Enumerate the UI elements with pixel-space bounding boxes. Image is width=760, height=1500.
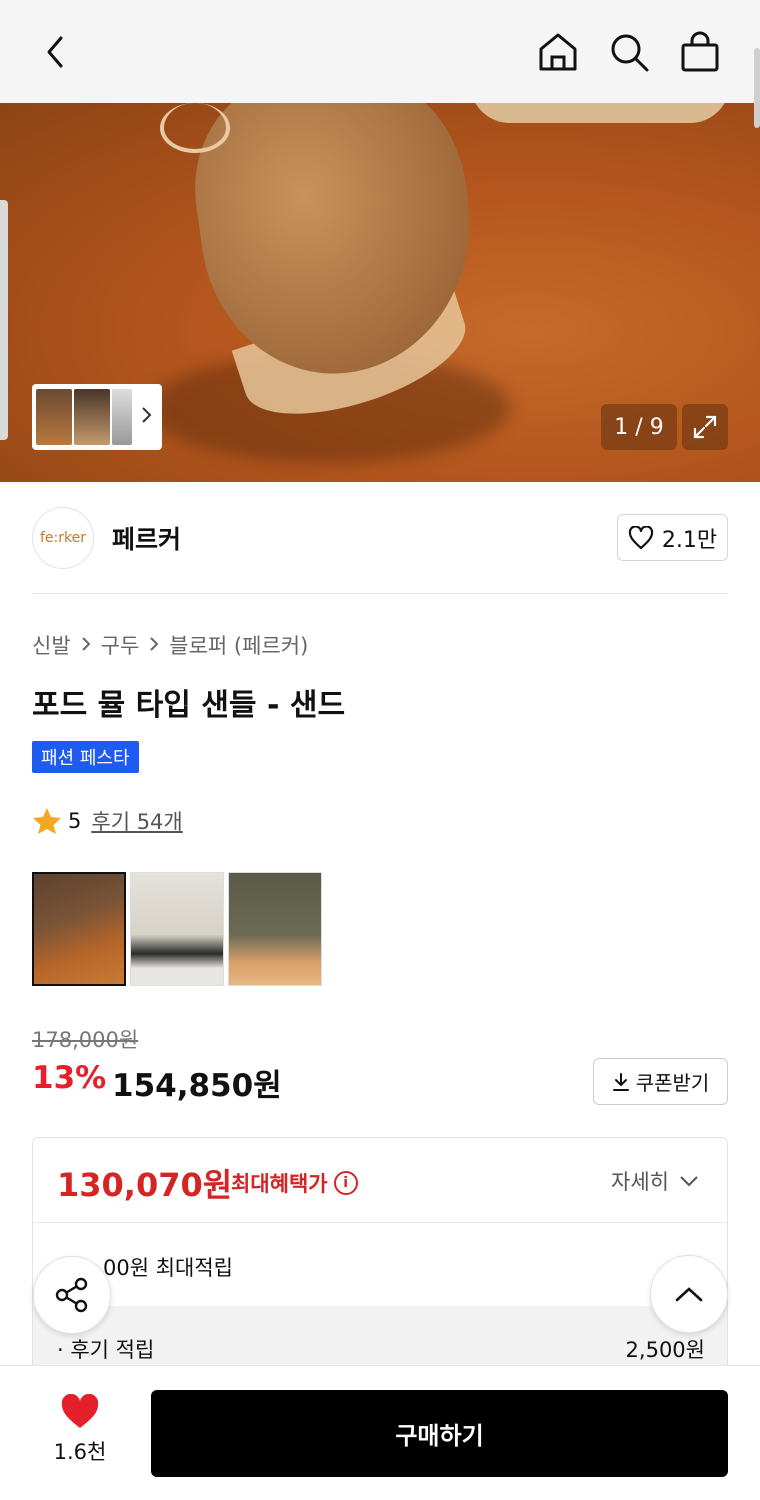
product-title: 포드 뮬 타입 샌들 - 샌드	[32, 688, 346, 723]
side-panel-handle[interactable]	[0, 200, 8, 440]
rating-row: 5 후기 54개	[32, 806, 183, 836]
divider	[33, 1222, 727, 1223]
max-benefit-label[interactable]: 최대혜택가 i	[231, 1168, 358, 1198]
details-label: 자세히	[611, 1170, 669, 1194]
chevron-up-icon	[675, 1287, 703, 1302]
heart-filled-icon	[61, 1394, 99, 1428]
shopping-bag-icon[interactable]	[676, 28, 724, 76]
benefit-box: 130,070원 최대혜택가 i 자세히 00원 최대적립 · 후기 적립 2,…	[32, 1137, 728, 1397]
breadcrumb: 신발 구두 블로퍼 (페르커)	[32, 630, 308, 660]
coupon-label: 쿠폰받기	[635, 1071, 710, 1095]
brand-like-button[interactable]: 2.1만	[617, 514, 728, 561]
chevron-right-icon	[149, 633, 159, 657]
gallery-thumb[interactable]	[36, 389, 72, 445]
review-points-value: 2,500원	[625, 1338, 705, 1362]
info-icon[interactable]: i	[333, 1171, 358, 1195]
share-button[interactable]	[33, 1256, 111, 1334]
discount-rate: 13%	[32, 1060, 107, 1096]
breadcrumb-item[interactable]: 신발	[32, 630, 71, 660]
scroll-top-button[interactable]	[650, 1255, 728, 1333]
review-points-label: · 후기 적립	[57, 1338, 155, 1362]
max-benefit-price: 130,070원	[57, 1166, 233, 1204]
coupon-button[interactable]: 쿠폰받기	[593, 1058, 728, 1105]
expand-icon[interactable]	[682, 404, 728, 450]
wishlist-count: 1.6천	[53, 1440, 107, 1464]
brand-logo[interactable]: fe:rker	[32, 507, 94, 569]
option-thumb[interactable]	[228, 872, 322, 986]
max-benefit-text: 최대혜택가	[231, 1172, 328, 1196]
gallery-thumbnail-strip[interactable]	[32, 384, 162, 450]
sale-price: 154,850원	[112, 1068, 282, 1104]
option-thumb[interactable]	[130, 872, 224, 986]
review-count-link[interactable]: 후기 54개	[91, 806, 182, 836]
details-toggle[interactable]: 자세히	[611, 1166, 699, 1196]
original-price: 178,000원	[32, 1028, 139, 1052]
hero-shoe-lace	[160, 103, 230, 153]
divider	[32, 593, 728, 594]
search-icon[interactable]	[605, 28, 653, 76]
max-points-text: 00원 최대적립	[103, 1256, 233, 1280]
top-app-bar	[0, 0, 760, 103]
chevron-right-icon	[140, 406, 152, 428]
breadcrumb-item[interactable]: 블로퍼 (페르커)	[169, 630, 308, 660]
download-icon	[612, 1072, 629, 1091]
rating-value: 5	[68, 809, 82, 833]
chevron-right-icon	[81, 633, 91, 657]
star-icon	[33, 808, 61, 834]
gallery-thumb[interactable]	[74, 389, 110, 445]
color-options	[32, 872, 322, 986]
wishlist-button[interactable]: 1.6천	[40, 1394, 120, 1466]
breadcrumb-item[interactable]: 구두	[101, 630, 140, 660]
brand-name[interactable]: 페르커	[112, 520, 181, 556]
chevron-down-icon	[680, 1176, 698, 1187]
brand-like-count: 2.1만	[661, 527, 718, 553]
hero-shoe-secondary	[470, 103, 730, 123]
scrollbar-thumb[interactable]	[754, 48, 760, 128]
home-icon[interactable]	[534, 28, 582, 76]
heart-outline-icon	[628, 525, 653, 549]
gallery-page-counter: 1 / 9	[601, 404, 677, 450]
promo-badge: 패션 페스타	[32, 741, 139, 773]
buy-button[interactable]: 구매하기	[151, 1390, 728, 1477]
share-icon	[55, 1277, 88, 1313]
option-thumb[interactable]	[32, 872, 126, 986]
back-icon[interactable]	[32, 28, 80, 76]
bottom-action-bar: 1.6천 구매하기	[0, 1365, 760, 1500]
gallery-thumb[interactable]	[112, 389, 132, 445]
